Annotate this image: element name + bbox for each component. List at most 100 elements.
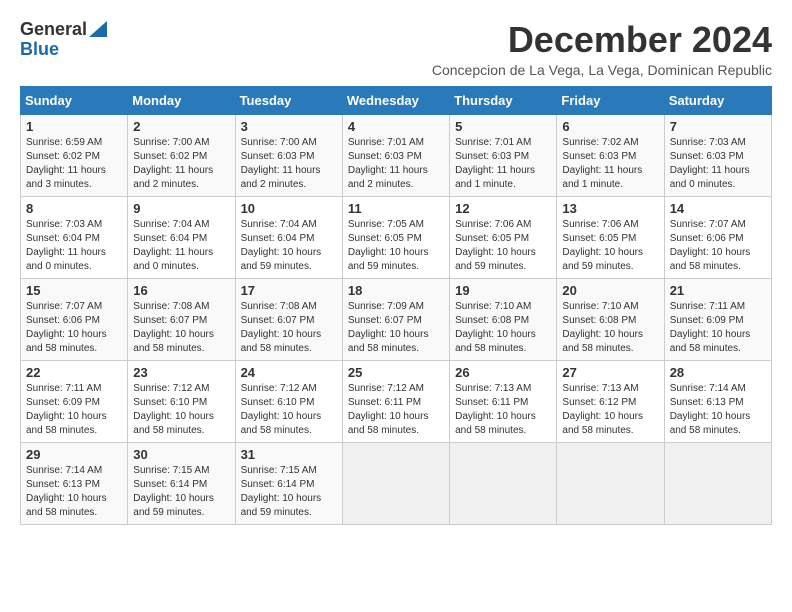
day-number: 27 (562, 365, 658, 380)
col-header-wednesday: Wednesday (342, 86, 449, 114)
col-header-sunday: Sunday (21, 86, 128, 114)
calendar-day-cell: 12 Sunrise: 7:06 AM Sunset: 6:05 PM Dayli… (450, 196, 557, 278)
logo-triangle-icon (89, 21, 107, 37)
day-number: 17 (241, 283, 337, 298)
col-header-tuesday: Tuesday (235, 86, 342, 114)
calendar-day-cell: 2 Sunrise: 7:00 AM Sunset: 6:02 PM Daylig… (128, 114, 235, 196)
day-number: 4 (348, 119, 444, 134)
day-number: 30 (133, 447, 229, 462)
calendar-week-row: 15 Sunrise: 7:07 AM Sunset: 6:06 PM Dayli… (21, 278, 772, 360)
day-number: 1 (26, 119, 122, 134)
calendar-day-cell: 17 Sunrise: 7:08 AM Sunset: 6:07 PM Dayli… (235, 278, 342, 360)
day-number: 10 (241, 201, 337, 216)
calendar-week-row: 29 Sunrise: 7:14 AM Sunset: 6:13 PM Dayli… (21, 442, 772, 524)
calendar-day-cell: 8 Sunrise: 7:03 AM Sunset: 6:04 PM Daylig… (21, 196, 128, 278)
calendar-day-cell (450, 442, 557, 524)
calendar-day-cell: 14 Sunrise: 7:07 AM Sunset: 6:06 PM Dayli… (664, 196, 771, 278)
day-detail: Sunrise: 7:14 AM Sunset: 6:13 PM Dayligh… (26, 465, 107, 518)
calendar-day-cell: 9Sunrise: 7:04 AM Sunset: 6:04 PM Daylig… (128, 196, 235, 278)
day-number: 6 (562, 119, 658, 134)
col-header-monday: Monday (128, 86, 235, 114)
day-detail: Sunrise: 7:00 AM Sunset: 6:03 PM Dayligh… (241, 137, 321, 190)
day-number: 3 (241, 119, 337, 134)
day-detail: Sunrise: 7:06 AM Sunset: 6:05 PM Dayligh… (562, 219, 643, 272)
calendar-day-cell: 19 Sunrise: 7:10 AM Sunset: 6:08 PM Dayli… (450, 278, 557, 360)
day-detail: Sunrise: 7:07 AM Sunset: 6:06 PM Dayligh… (26, 301, 107, 354)
calendar-day-cell: 29 Sunrise: 7:14 AM Sunset: 6:13 PM Dayli… (21, 442, 128, 524)
day-number: 9 (133, 201, 229, 216)
day-number: 21 (670, 283, 766, 298)
day-number: 20 (562, 283, 658, 298)
day-detail: Sunrise: 7:11 AM Sunset: 6:09 PM Dayligh… (670, 301, 751, 354)
day-number: 7 (670, 119, 766, 134)
day-number: 19 (455, 283, 551, 298)
calendar-day-cell: 28 Sunrise: 7:14 AM Sunset: 6:13 PM Dayli… (664, 360, 771, 442)
day-detail: Sunrise: 7:13 AM Sunset: 6:11 PM Dayligh… (455, 383, 536, 436)
day-number: 23 (133, 365, 229, 380)
day-detail: Sunrise: 7:14 AM Sunset: 6:13 PM Dayligh… (670, 383, 751, 436)
day-detail: Sunrise: 6:59 AM Sunset: 6:02 PM Dayligh… (26, 137, 106, 190)
calendar-day-cell: 13 Sunrise: 7:06 AM Sunset: 6:05 PM Dayli… (557, 196, 664, 278)
day-detail: Sunrise: 7:05 AM Sunset: 6:05 PM Dayligh… (348, 219, 429, 272)
col-header-saturday: Saturday (664, 86, 771, 114)
day-detail: Sunrise: 7:06 AM Sunset: 6:05 PM Dayligh… (455, 219, 536, 272)
day-number: 5 (455, 119, 551, 134)
day-detail: Sunrise: 7:10 AM Sunset: 6:08 PM Dayligh… (455, 301, 536, 354)
day-number: 13 (562, 201, 658, 216)
day-number: 22 (26, 365, 122, 380)
day-detail: Sunrise: 7:07 AM Sunset: 6:06 PM Dayligh… (670, 219, 751, 272)
day-number: 2 (133, 119, 229, 134)
day-number: 24 (241, 365, 337, 380)
calendar-day-cell: 20 Sunrise: 7:10 AM Sunset: 6:08 PM Dayli… (557, 278, 664, 360)
day-detail: Sunrise: 7:12 AM Sunset: 6:10 PM Dayligh… (241, 383, 322, 436)
day-detail: Sunrise: 7:13 AM Sunset: 6:12 PM Dayligh… (562, 383, 643, 436)
day-number: 11 (348, 201, 444, 216)
day-number: 29 (26, 447, 122, 462)
day-number: 18 (348, 283, 444, 298)
calendar-day-cell (342, 442, 449, 524)
day-number: 15 (26, 283, 122, 298)
title-block: December 2024 Concepcion de La Vega, La … (432, 20, 772, 78)
calendar-day-cell: 3 Sunrise: 7:00 AM Sunset: 6:03 PM Daylig… (235, 114, 342, 196)
day-detail: Sunrise: 7:12 AM Sunset: 6:11 PM Dayligh… (348, 383, 429, 436)
calendar-day-cell: 31 Sunrise: 7:15 AM Sunset: 6:14 PM Dayli… (235, 442, 342, 524)
day-detail: Sunrise: 7:00 AM Sunset: 6:02 PM Dayligh… (133, 137, 213, 190)
calendar-day-cell: 26 Sunrise: 7:13 AM Sunset: 6:11 PM Dayli… (450, 360, 557, 442)
col-header-friday: Friday (557, 86, 664, 114)
calendar-day-cell: 4Sunrise: 7:01 AM Sunset: 6:03 PM Daylig… (342, 114, 449, 196)
col-header-thursday: Thursday (450, 86, 557, 114)
day-detail: Sunrise: 7:09 AM Sunset: 6:07 PM Dayligh… (348, 301, 429, 354)
day-number: 14 (670, 201, 766, 216)
calendar-header-row: SundayMondayTuesdayWednesdayThursdayFrid… (21, 86, 772, 114)
calendar-day-cell: 5 Sunrise: 7:01 AM Sunset: 6:03 PM Daylig… (450, 114, 557, 196)
day-number: 31 (241, 447, 337, 462)
calendar-day-cell (557, 442, 664, 524)
day-detail: Sunrise: 7:03 AM Sunset: 6:04 PM Dayligh… (26, 219, 106, 272)
day-detail: Sunrise: 7:10 AM Sunset: 6:08 PM Dayligh… (562, 301, 643, 354)
location-subtitle: Concepcion de La Vega, La Vega, Dominica… (432, 62, 772, 78)
calendar-day-cell: 15 Sunrise: 7:07 AM Sunset: 6:06 PM Dayli… (21, 278, 128, 360)
calendar-day-cell: 6Sunrise: 7:02 AM Sunset: 6:03 PM Daylig… (557, 114, 664, 196)
day-number: 25 (348, 365, 444, 380)
day-number: 28 (670, 365, 766, 380)
logo-blue-text: Blue (20, 40, 59, 60)
day-detail: Sunrise: 7:01 AM Sunset: 6:03 PM Dayligh… (455, 137, 535, 190)
calendar-day-cell: 30Sunrise: 7:15 AM Sunset: 6:14 PM Dayli… (128, 442, 235, 524)
day-number: 16 (133, 283, 229, 298)
day-number: 12 (455, 201, 551, 216)
month-title: December 2024 (432, 20, 772, 60)
calendar-day-cell: 23Sunrise: 7:12 AM Sunset: 6:10 PM Dayli… (128, 360, 235, 442)
day-detail: Sunrise: 7:08 AM Sunset: 6:07 PM Dayligh… (241, 301, 322, 354)
day-detail: Sunrise: 7:15 AM Sunset: 6:14 PM Dayligh… (241, 465, 322, 518)
calendar-day-cell: 27 Sunrise: 7:13 AM Sunset: 6:12 PM Dayli… (557, 360, 664, 442)
calendar-day-cell: 11 Sunrise: 7:05 AM Sunset: 6:05 PM Dayli… (342, 196, 449, 278)
day-number: 8 (26, 201, 122, 216)
calendar-week-row: 1 Sunrise: 6:59 AM Sunset: 6:02 PM Daylig… (21, 114, 772, 196)
day-number: 26 (455, 365, 551, 380)
calendar-day-cell: 7 Sunrise: 7:03 AM Sunset: 6:03 PM Daylig… (664, 114, 771, 196)
day-detail: Sunrise: 7:03 AM Sunset: 6:03 PM Dayligh… (670, 137, 750, 190)
calendar-week-row: 8 Sunrise: 7:03 AM Sunset: 6:04 PM Daylig… (21, 196, 772, 278)
calendar-day-cell: 1 Sunrise: 6:59 AM Sunset: 6:02 PM Daylig… (21, 114, 128, 196)
day-detail: Sunrise: 7:11 AM Sunset: 6:09 PM Dayligh… (26, 383, 107, 436)
calendar-table: SundayMondayTuesdayWednesdayThursdayFrid… (20, 86, 772, 525)
